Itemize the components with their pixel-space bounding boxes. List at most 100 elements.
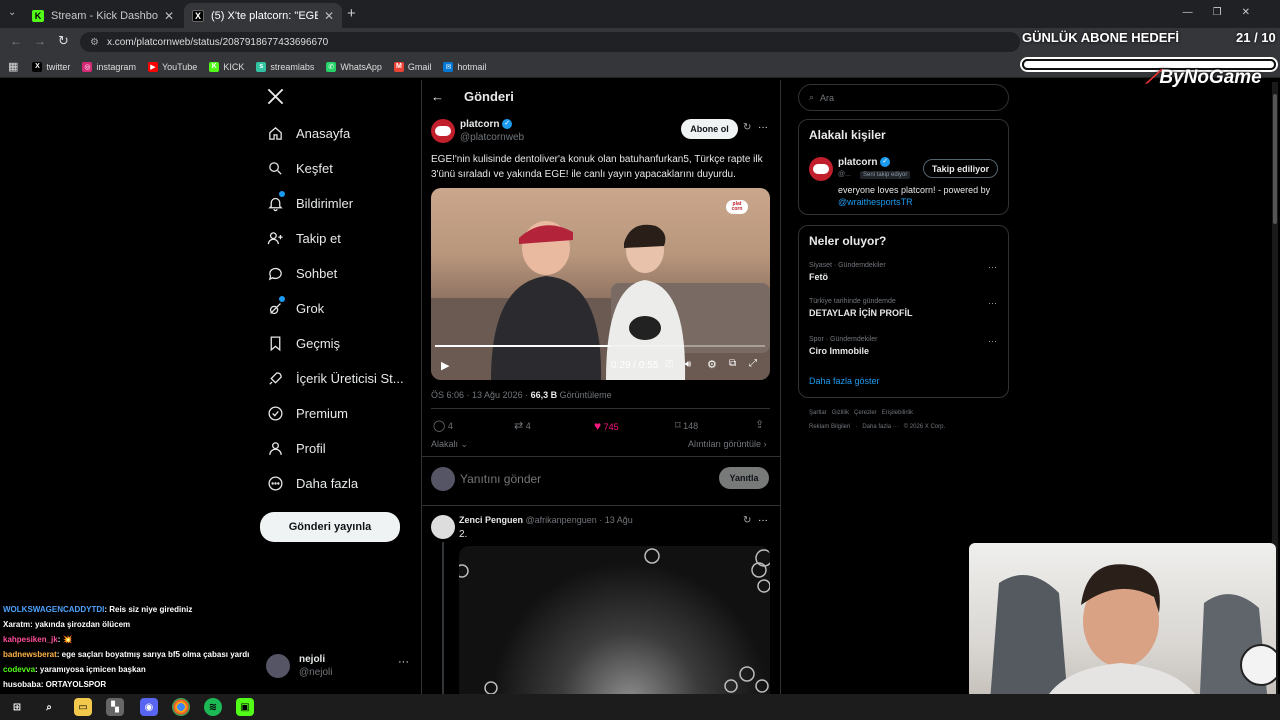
sort-replies-dropdown[interactable]: Alakalı ⌄	[431, 439, 468, 450]
chat-message: Xaratm: yakında şirozdan ölücem	[3, 620, 130, 629]
reply-button[interactable]: Yanıtla	[719, 467, 769, 489]
taskbar-search-icon[interactable]: ⌕	[40, 698, 58, 716]
scrollbar-thumb[interactable]	[1273, 94, 1277, 224]
reply-input[interactable]	[460, 468, 700, 490]
play-icon[interactable]: ▶	[441, 359, 449, 372]
show-more-link[interactable]: Daha fazla göster	[809, 376, 880, 386]
spotify-icon[interactable]: ≋	[204, 698, 222, 716]
new-tab-button[interactable]: +	[347, 5, 356, 22]
nav-label: Profil	[296, 440, 326, 456]
discord-icon[interactable]: ◉	[140, 698, 158, 716]
trend-item[interactable]: Siyaset · Gündemdekiler Fetö ···	[809, 262, 999, 292]
reply-media[interactable]	[459, 546, 770, 694]
site-info-icon[interactable]: ⚙	[90, 37, 99, 48]
like-action[interactable]: ♥ 745	[594, 419, 619, 433]
trend-item[interactable]: Spor · Gündemdekiler Ciro Immobile ···	[809, 336, 999, 366]
nav-item-9[interactable]: Profil	[266, 433, 326, 463]
trend-item[interactable]: Türkiye tarihinde gündemde DETAYLAR İÇİN …	[809, 298, 999, 328]
captions-icon[interactable]: ⎚	[665, 359, 673, 370]
chrome-icon[interactable]	[172, 698, 190, 716]
search-box[interactable]: ⌕ Ara	[798, 84, 1009, 111]
close-tab-icon[interactable]: ✕	[324, 9, 334, 23]
nav-item-0[interactable]: Anasayfa	[266, 118, 350, 148]
related-name[interactable]: platcorn ✓	[838, 157, 891, 168]
tab-search-icon[interactable]: ⌄	[8, 7, 16, 18]
bookmark-action[interactable]: ⌑ 148	[675, 419, 698, 432]
trend-more-icon[interactable]: ···	[988, 336, 997, 346]
video-progress-track[interactable]	[435, 345, 765, 347]
bookmark-streamlabs[interactable]: s streamlabs	[256, 61, 314, 72]
bookmark-favicon-icon: ✉	[443, 61, 454, 72]
reply-grok-icon[interactable]: ↻	[743, 515, 751, 526]
post-button[interactable]: Gönderi yayınla	[260, 512, 400, 542]
bynogame-logo: ⟋ByNoGame	[1146, 67, 1262, 88]
post-more-icon[interactable]: ···	[758, 122, 768, 133]
back-arrow-icon[interactable]: ←	[431, 89, 444, 104]
x-logo-icon[interactable]	[266, 87, 286, 107]
related-title: Alakalı kişiler	[809, 128, 886, 142]
nav-item-2[interactable]: Bildirimler	[266, 188, 353, 218]
footer-links[interactable]: Şartlar Gizlilik Çerezler Erişilebilirli…	[809, 410, 913, 416]
bookmark-whatsapp[interactable]: ✆ WhatsApp	[326, 61, 382, 72]
nav-item-10[interactable]: Daha fazla	[266, 468, 358, 498]
file-explorer-icon[interactable]: ▭	[74, 698, 92, 716]
nav-item-8[interactable]: Premium	[266, 398, 348, 428]
footer-links-2[interactable]: Reklam Bilgileri · Daha fazla ··· © 2026…	[809, 424, 945, 430]
url-field[interactable]: ⚙ x.com/platcornweb/status/2087918677433…	[80, 32, 1020, 52]
nav-item-6[interactable]: Geçmiş	[266, 328, 340, 358]
trend-more-icon[interactable]: ···	[988, 298, 997, 308]
reply-author[interactable]: Zenci Penguen @afrikanpenguen · 13 Ağu	[459, 515, 633, 525]
follow-button[interactable]: Abone ol	[681, 119, 738, 139]
volume-icon[interactable]: 🔊︎	[685, 359, 691, 370]
nav-item-7[interactable]: İçerik Üreticisi St...	[266, 363, 404, 393]
back-icon[interactable]: ←	[10, 34, 22, 48]
author-name[interactable]: platcorn ✓	[460, 119, 513, 130]
close-window-icon[interactable]: ✕	[1242, 7, 1270, 18]
nav-item-1[interactable]: Keşfet	[266, 153, 333, 183]
grok-explain-icon[interactable]: ↻	[743, 122, 751, 133]
following-button[interactable]: Takip ediliyor	[923, 159, 998, 178]
minimize-icon[interactable]: —	[1183, 7, 1213, 18]
tab-x-post[interactable]: X (5) X'te platcorn: "EGE!'nin kulis ✕	[184, 3, 342, 28]
forward-icon[interactable]: →	[34, 34, 46, 48]
account-switcher[interactable]: nejoli @nejoli ···	[266, 652, 412, 682]
reply-author-avatar[interactable]	[431, 515, 455, 539]
search-icon: ⌕	[809, 92, 815, 102]
streaming-app-icon[interactable]: ▣	[236, 698, 254, 716]
windows-start-icon[interactable]: ⊞	[8, 698, 26, 716]
reply-action[interactable]: ◯ 4	[433, 419, 453, 432]
reply-more-icon[interactable]: ···	[758, 515, 768, 526]
author-handle[interactable]: @platcornweb	[460, 132, 524, 143]
bookmark-gmail[interactable]: M Gmail	[393, 61, 431, 72]
bookmark-hotmail[interactable]: ✉ hotmail	[443, 61, 486, 72]
bookmark-youtube[interactable]: ▶ YouTube	[147, 61, 197, 72]
settings-icon[interactable]: ⚙	[707, 358, 717, 371]
view-quotes-link[interactable]: Alıntıları görüntüle ›	[688, 439, 767, 449]
close-tab-icon[interactable]: ✕	[164, 9, 174, 23]
bookmark-kick[interactable]: K KICK	[209, 61, 244, 72]
related-avatar[interactable]	[809, 157, 833, 181]
nav-label: Takip et	[296, 230, 341, 246]
reload-icon[interactable]: ↻	[58, 33, 69, 49]
bookmark-instagram[interactable]: ◎ instagram	[82, 61, 136, 72]
nav-item-5[interactable]: Grok	[266, 293, 324, 323]
video-player[interactable]: plat corn ▶ 0:29 / 0:55 ⎚ 🔊︎ ⚙ ⧉ ⤢	[431, 188, 770, 380]
tab-kick-dashboard[interactable]: K Stream - Kick Dashboard ✕	[24, 3, 182, 28]
chat-message: husobaba: ORTAYOLSPOR	[3, 680, 106, 689]
pip-icon[interactable]: ⧉	[729, 358, 736, 369]
more-options-icon[interactable]: ···	[398, 656, 409, 668]
repost-action[interactable]: ⇄ 4	[514, 419, 531, 432]
trend-more-icon[interactable]: ···	[988, 262, 997, 272]
share-icon[interactable]: ⇪	[755, 418, 764, 431]
related-bio-link[interactable]: @wraithesportsTR	[838, 197, 913, 207]
more-icon	[266, 474, 284, 492]
fullscreen-icon[interactable]: ⤢	[749, 358, 757, 369]
bookmark-twitter[interactable]: Xtwitter	[32, 61, 70, 72]
app-icon[interactable]: ▚	[106, 698, 124, 716]
nav-item-4[interactable]: Sohbet	[266, 258, 337, 288]
apps-grid-icon[interactable]: ▦	[8, 60, 18, 73]
author-avatar[interactable]	[431, 119, 455, 143]
nav-item-3[interactable]: Takip et	[266, 223, 341, 253]
related-handle: @...	[838, 171, 851, 178]
maximize-icon[interactable]: ❐	[1213, 7, 1242, 18]
